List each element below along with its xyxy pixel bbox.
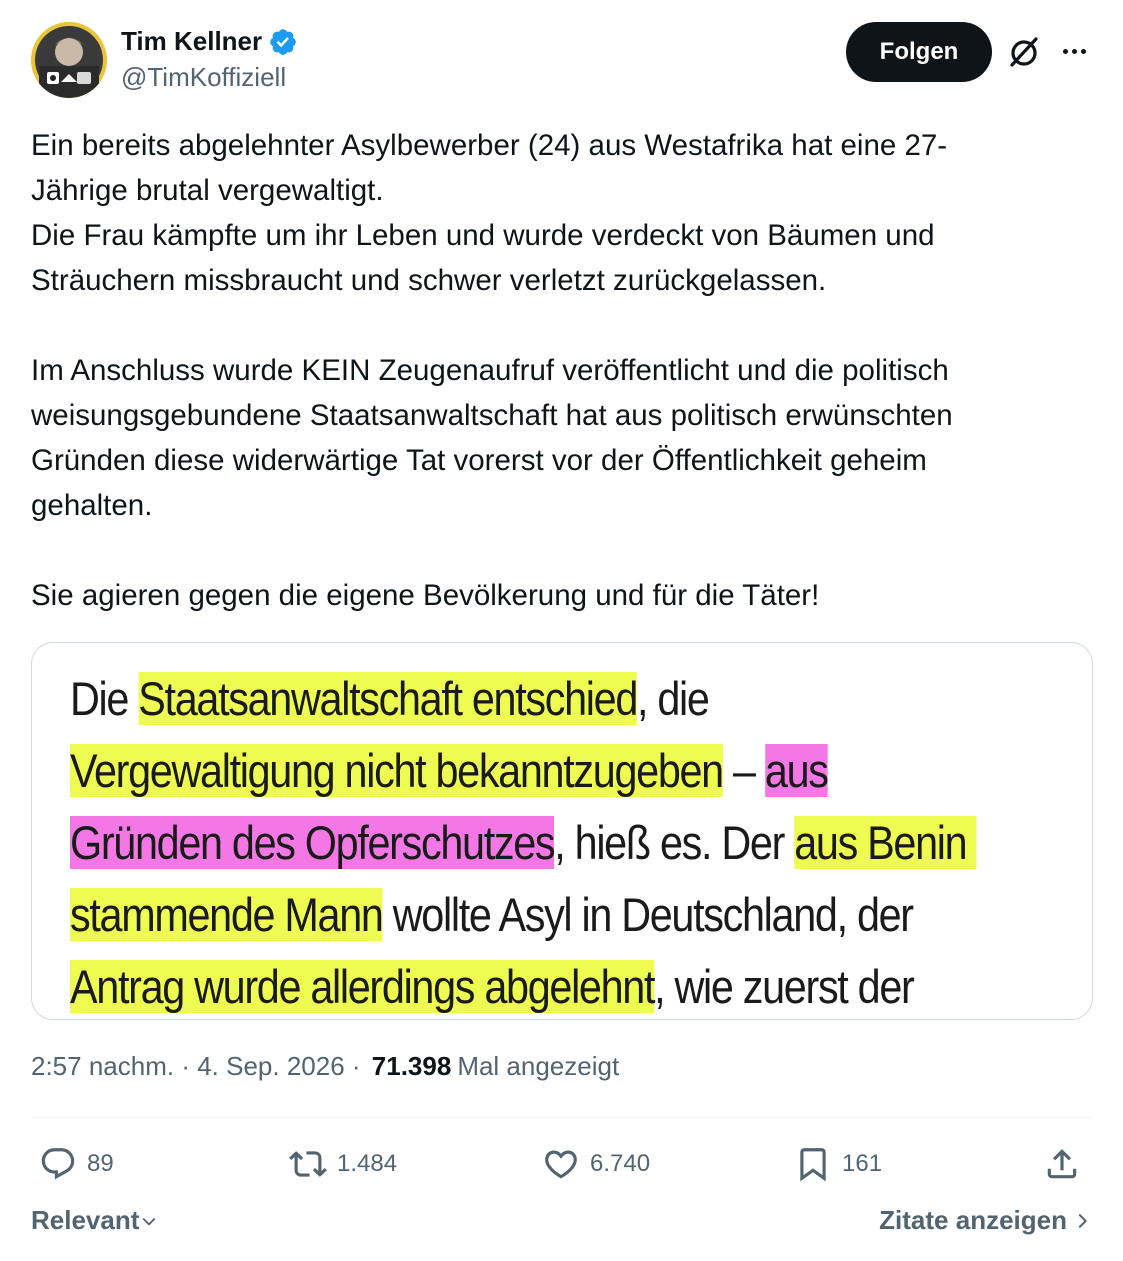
tweet-date[interactable]: 4. Sep. 2026	[197, 1051, 344, 1082]
tweet-line: Sträuchern missbraucht und schwer verlet…	[31, 264, 827, 297]
sort-dropdown[interactable]: Relevant	[31, 1205, 159, 1236]
tweet-line: gehalten.	[31, 489, 153, 522]
chevron-down-icon	[142, 1217, 156, 1226]
more-icon[interactable]	[1057, 36, 1091, 66]
highlighted-phrase: Antrag wurde allerdings abgelehnt	[70, 960, 655, 1013]
bookmark-icon	[800, 1148, 826, 1182]
media-text-excerpt: Die Staatsanwaltschaft entschied, die Ver…	[70, 663, 977, 1019]
divider	[31, 1117, 1093, 1118]
media-text-line: Antrag wurde allerdings abgelehnt, wie z…	[70, 951, 950, 1019]
verified-badge-icon	[270, 28, 296, 55]
tweet-line: Die Frau kämpfte um ihr Leben und wurde …	[31, 219, 935, 252]
highlighted-phrase: Staatsanwaltschaft entschied	[138, 672, 638, 725]
media-text-line: stammende Mann wollte Asyl in Deutschlan…	[70, 879, 950, 951]
repost-button[interactable]: 1.484	[289, 1140, 397, 1188]
tweet-line: Gründen diese widerwärtige Tat vorerst v…	[31, 444, 927, 477]
meta-separator: ·	[174, 1051, 198, 1081]
action-bar: 89 1.484 6.740 161	[31, 1140, 1093, 1188]
media-text-line: Gründen des Opferschutzes, hieß es. Der …	[70, 807, 977, 879]
heart-icon	[545, 1150, 577, 1179]
quotes-label: Zitate anzeigen	[879, 1205, 1067, 1235]
author-handle[interactable]: @TimKoffiziell	[121, 62, 286, 93]
tweet-text: Ein bereits abgelehnter Asylbewerber (24…	[31, 123, 1093, 618]
media-text-segment: –	[722, 744, 765, 797]
tweet-line: Ein bereits abgelehnter Asylbewerber (24…	[31, 129, 948, 162]
media-image[interactable]: Die Staatsanwaltschaft entschied, die Ver…	[31, 642, 1093, 1020]
meta-separator: ·	[344, 1051, 368, 1081]
reply-button[interactable]: 89	[39, 1140, 114, 1188]
like-button[interactable]: 6.740	[542, 1140, 650, 1188]
views-count: 71.398	[371, 1051, 452, 1081]
share-icon	[1047, 1149, 1077, 1179]
media-text-line: Vergewaltigung nicht bekanntzugeben – au…	[70, 735, 950, 807]
media-text-segment: Die	[70, 672, 139, 725]
follow-button[interactable]: Folgen	[846, 22, 992, 82]
bookmark-count: 161	[842, 1150, 883, 1177]
media-text-segment: wollte Asyl in Deutschland, der	[382, 888, 914, 941]
view-quotes-link[interactable]: Zitate anzeigen	[879, 1205, 1093, 1236]
highlighted-phrase: Gründen des Opferschutzes	[70, 816, 556, 869]
reply-icon	[41, 1148, 75, 1180]
tweet-time[interactable]: 2:57 nachm.	[31, 1051, 174, 1082]
avatar[interactable]	[31, 22, 107, 98]
media-text-segment: , die	[637, 672, 710, 725]
share-button[interactable]	[1043, 1140, 1081, 1188]
highlighted-phrase: aus	[764, 744, 829, 797]
highlighted-phrase: Vergewaltigung nicht bekanntzugeben	[70, 744, 724, 797]
highlighted-phrase: aus Benin	[794, 816, 977, 869]
highlighted-phrase: stammende Mann	[70, 888, 384, 941]
tweet-line: Im Anschluss wurde KEIN Zeugenaufruf ver…	[31, 354, 949, 387]
tweet-line: weisungsgebundene Staatsanwaltschaft hat…	[31, 399, 953, 432]
bookmark-button[interactable]: 161	[794, 1140, 882, 1188]
sort-label: Relevant	[31, 1205, 140, 1235]
chevron-right-icon	[1078, 1213, 1088, 1228]
tweet-meta: 2:57 nachm. · 4. Sep. 2026 · 71.398 Mal …	[31, 1051, 619, 1082]
repost-count: 1.484	[337, 1150, 398, 1177]
tweet-footer: Relevant Zitate anzeigen	[31, 1205, 1093, 1245]
tweet-header: Tim Kellner @TimKoffiziell Folgen	[31, 22, 1093, 98]
author-name-row: Tim Kellner	[121, 26, 298, 57]
media-text-segment: , wie zuerst der	[654, 960, 915, 1013]
tweet-line: Sie agieren gegen die eigene Bevölkerung…	[31, 579, 820, 612]
tweet-line: Jährige brutal vergewaltigt.	[31, 174, 384, 207]
display-name[interactable]: Tim Kellner	[121, 26, 262, 57]
repost-icon	[289, 1151, 327, 1177]
grok-icon[interactable]	[1006, 34, 1042, 70]
media-text-segment: , hieß es. Der	[554, 816, 795, 869]
like-count: 6.740	[590, 1150, 651, 1177]
media-text-line: Die Staatsanwaltschaft entschied, die	[70, 663, 950, 735]
reply-count: 89	[87, 1150, 114, 1177]
views-label: Mal angezeigt	[457, 1051, 620, 1081]
